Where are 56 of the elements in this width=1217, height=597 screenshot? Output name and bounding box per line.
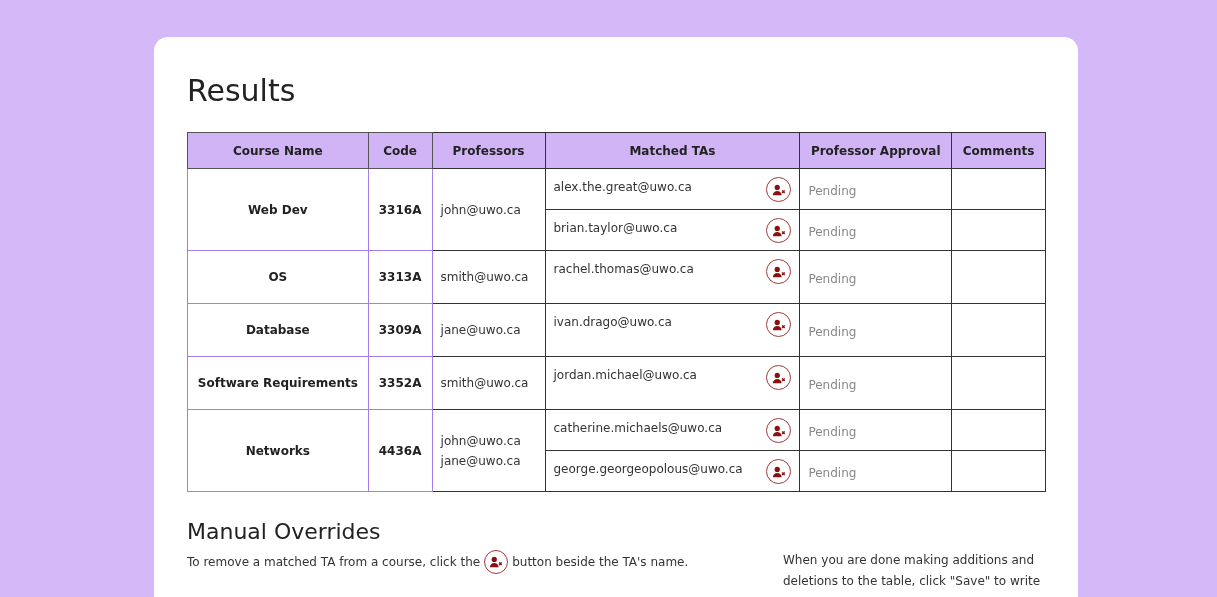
approval-cell: Pending [799,450,952,492]
column-header: Matched TAs [545,132,800,169]
user-remove-icon [771,264,786,279]
course-name-cell: Database [187,303,369,357]
page-title: Results [187,72,297,110]
course-code-cell: 3352A [368,356,433,410]
professors-cell: john@uwo.ca [432,168,545,251]
professors-cell: jane@uwo.ca [432,303,545,357]
section-heading: Manual Overrides [187,518,382,546]
course-name-cell: Web Dev [187,168,369,251]
ta-email: brian.taylor@uwo.ca [553,220,678,237]
course-name-cell: Networks [187,409,369,492]
save-note: When you are done making additions and deletions to the table, click "Save" to write [783,552,1042,590]
ta-email: alex.the.great@uwo.ca [553,179,692,196]
approval-cell: Pending [799,168,952,210]
approval-cell: Pending [799,209,952,251]
user-remove-icon [771,223,786,238]
course-name-cell: OS [187,250,369,304]
remove-ta-button[interactable] [766,365,792,390]
user-remove-icon [489,555,504,569]
column-header: Professors [432,132,545,169]
user-remove-icon [771,423,786,438]
remove-ta-button[interactable] [766,418,792,443]
user-remove-icon [771,370,786,385]
approval-cell: Pending [799,409,952,451]
user-remove-icon [771,464,786,479]
remove-ta-button[interactable] [484,550,509,574]
course-code-cell: 4436A [368,409,433,492]
remove-ta-button[interactable] [766,218,792,243]
ta-email: rachel.thomas@uwo.ca [553,261,694,278]
column-header: Course Name [187,132,369,169]
instruction-text: To remove a matched TA from a course, click the [187,554,481,571]
professors-cell: smith@uwo.ca [432,356,545,410]
approval-cell: Pending [799,356,952,410]
ta-email: catherine.michaels@uwo.ca [553,420,723,437]
course-code-cell: 3309A [368,303,433,357]
column-header: Comments [951,132,1046,169]
instruction-text: button beside the TA's name. [512,554,689,571]
remove-ta-button[interactable] [766,459,792,484]
ta-email: jordan.michael@uwo.ca [553,367,697,384]
user-remove-icon [771,182,786,197]
ta-email: george.georgeopolous@uwo.ca [553,461,743,478]
approval-cell: Pending [799,303,952,357]
column-header: Professor Approval [799,132,952,169]
course-code-cell: 3316A [368,168,433,251]
remove-ta-button[interactable] [766,259,792,284]
professors-cell: john@uwo.ca jane@uwo.ca [432,409,545,492]
remove-ta-button[interactable] [766,177,792,202]
column-header: Code [368,132,433,169]
course-name-cell: Software Requirements [187,356,369,410]
approval-cell: Pending [799,250,952,304]
professors-cell: smith@uwo.ca [432,250,545,304]
course-code-cell: 3313A [368,250,433,304]
remove-ta-button[interactable] [766,312,792,337]
user-remove-icon [771,317,786,332]
ta-email: ivan.drago@uwo.ca [553,314,672,331]
